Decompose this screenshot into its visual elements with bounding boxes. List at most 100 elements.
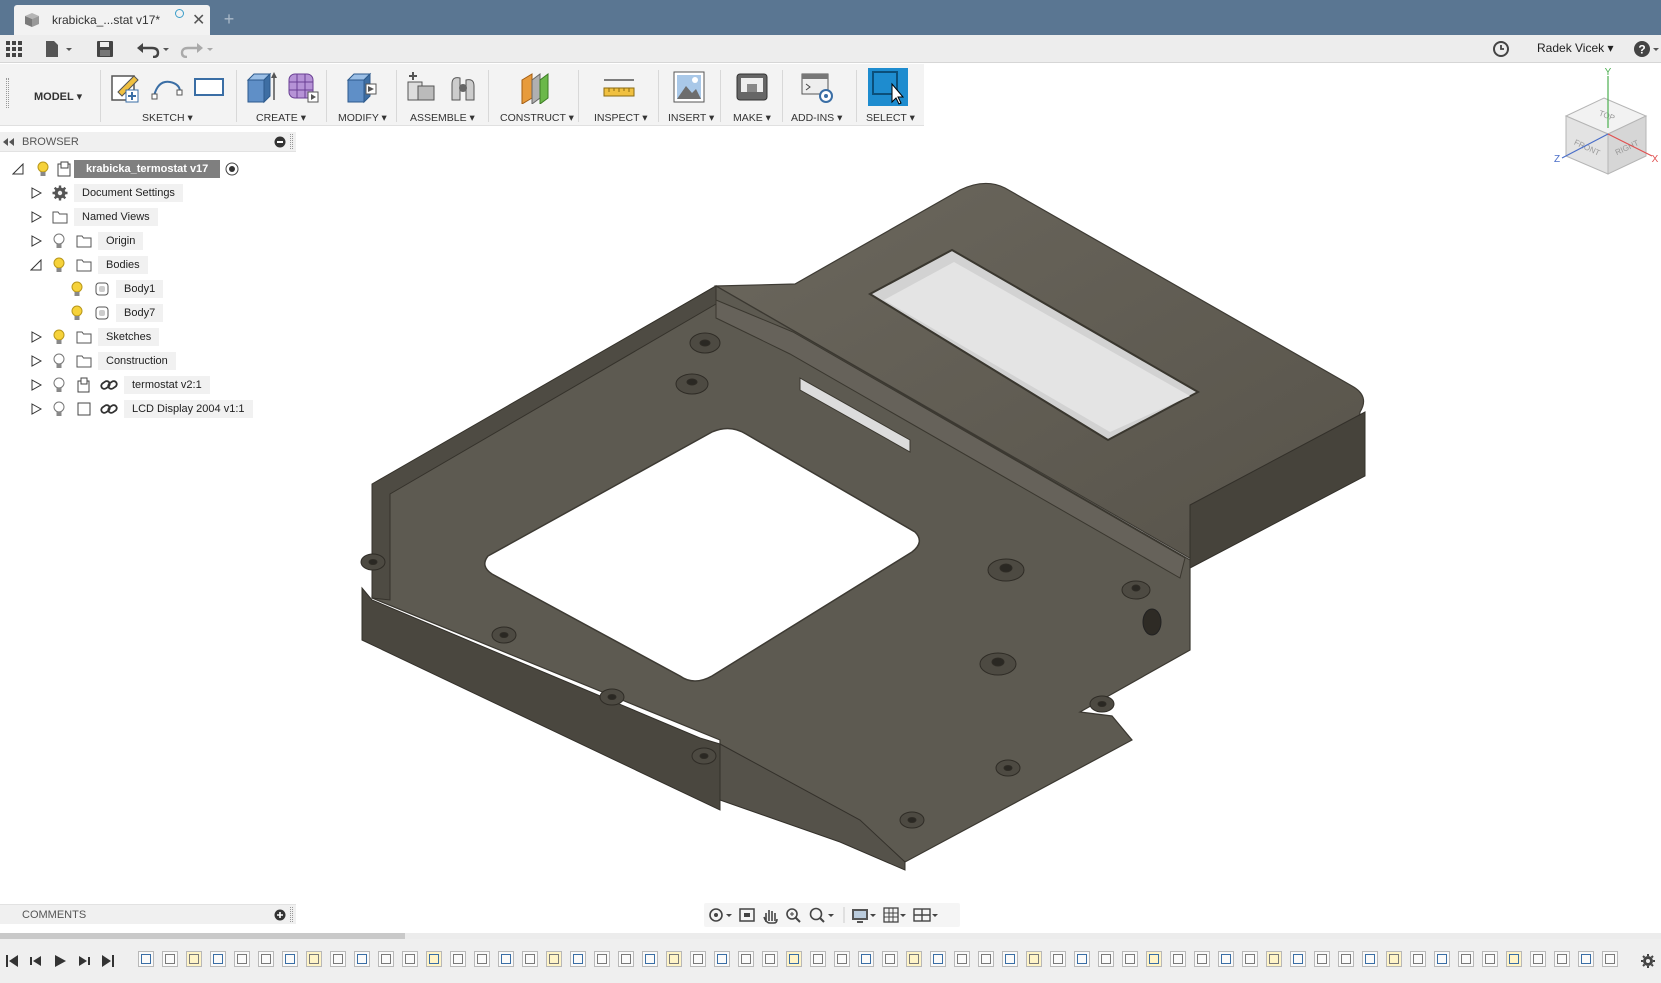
line-tool-icon[interactable] bbox=[150, 70, 184, 104]
timeline-play-icon[interactable] bbox=[52, 953, 68, 969]
timeline-feature[interactable] bbox=[378, 951, 394, 967]
timeline-feature[interactable] bbox=[858, 951, 874, 967]
browser-item-bodies[interactable]: Bodies bbox=[30, 255, 148, 275]
timeline-feature[interactable] bbox=[546, 951, 562, 967]
assemble-group-label[interactable]: ASSEMBLE ▾ bbox=[410, 112, 475, 124]
expand-triangle-icon[interactable] bbox=[30, 235, 42, 247]
sketch-group-label[interactable]: SKETCH ▾ bbox=[142, 112, 193, 124]
rectangle-tool-icon[interactable] bbox=[192, 70, 226, 104]
timeline-feature[interactable] bbox=[666, 951, 682, 967]
canvas-viewport[interactable]: TOP FRONT RIGHT Y Z X bbox=[296, 68, 1661, 906]
visibility-bulb-icon[interactable] bbox=[52, 377, 66, 393]
expand-triangle-icon[interactable] bbox=[30, 211, 42, 223]
construct-group-label[interactable]: CONSTRUCT ▾ bbox=[500, 112, 574, 124]
pan-icon[interactable] bbox=[763, 910, 778, 924]
timeline-feature[interactable] bbox=[306, 951, 322, 967]
inspect-group-label[interactable]: INSPECT ▾ bbox=[594, 112, 648, 124]
timeline-feature[interactable] bbox=[210, 951, 226, 967]
panel-grip[interactable] bbox=[290, 134, 293, 149]
browser-item-body7[interactable]: Body7 bbox=[70, 303, 164, 323]
timeline-feature[interactable] bbox=[930, 951, 946, 967]
timeline-feature[interactable] bbox=[1362, 951, 1378, 967]
insert-group-label[interactable]: INSERT ▾ bbox=[668, 112, 714, 124]
create-group-label[interactable]: CREATE ▾ bbox=[256, 112, 306, 124]
browser-item-body1[interactable]: Body1 bbox=[70, 279, 164, 299]
expand-triangle-icon[interactable] bbox=[30, 187, 42, 199]
timeline-feature[interactable] bbox=[1482, 951, 1498, 967]
help-icon[interactable]: ? bbox=[1633, 40, 1659, 58]
panel-grip[interactable] bbox=[290, 907, 293, 922]
press-pull-icon[interactable] bbox=[344, 70, 378, 104]
create-sketch-icon[interactable] bbox=[108, 70, 142, 104]
redo-icon[interactable] bbox=[180, 40, 214, 58]
timeline-feature[interactable] bbox=[834, 951, 850, 967]
timeline-feature[interactable] bbox=[1314, 951, 1330, 967]
timeline-feature[interactable] bbox=[1506, 951, 1522, 967]
timeline-feature[interactable] bbox=[1050, 951, 1066, 967]
add-comment-icon[interactable] bbox=[274, 909, 286, 921]
insert-image-icon[interactable] bbox=[672, 70, 706, 104]
timeline-feature[interactable] bbox=[954, 951, 970, 967]
joint-icon[interactable] bbox=[446, 70, 480, 104]
viewports-icon[interactable] bbox=[913, 908, 938, 922]
collapse-triangle-icon[interactable] bbox=[12, 163, 24, 175]
zoom-icon[interactable] bbox=[786, 908, 801, 923]
select-group-label[interactable]: SELECT ▾ bbox=[866, 112, 915, 124]
expand-triangle-icon[interactable] bbox=[30, 403, 42, 415]
extrude-icon[interactable] bbox=[244, 70, 278, 104]
visibility-bulb-icon[interactable] bbox=[70, 305, 84, 321]
document-tab[interactable]: krabicka_...stat v17* ✕ bbox=[14, 5, 210, 35]
timeline-feature[interactable] bbox=[786, 951, 802, 967]
browser-item-termostat[interactable]: termostat v2:1 bbox=[30, 375, 210, 395]
timeline-feature[interactable] bbox=[738, 951, 754, 967]
timeline-feature[interactable] bbox=[426, 951, 442, 967]
timeline-feature[interactable] bbox=[1170, 951, 1186, 967]
fit-icon[interactable] bbox=[809, 907, 835, 923]
timeline-feature[interactable] bbox=[594, 951, 610, 967]
offset-plane-icon[interactable] bbox=[518, 70, 552, 104]
measure-icon[interactable] bbox=[602, 70, 636, 104]
expand-triangle-icon[interactable] bbox=[30, 355, 42, 367]
timeline-feature[interactable] bbox=[1194, 951, 1210, 967]
timeline-feature[interactable] bbox=[330, 951, 346, 967]
browser-item-sketches[interactable]: Sketches bbox=[30, 327, 160, 347]
3d-print-icon[interactable] bbox=[735, 70, 769, 104]
new-component-icon[interactable] bbox=[404, 70, 438, 104]
timeline-feature[interactable] bbox=[1410, 951, 1426, 967]
timeline-feature[interactable] bbox=[690, 951, 706, 967]
timeline-feature[interactable] bbox=[1578, 951, 1594, 967]
timeline-feature[interactable] bbox=[234, 951, 250, 967]
timeline-feature[interactable] bbox=[354, 951, 370, 967]
timeline-feature[interactable] bbox=[1290, 951, 1306, 967]
visibility-bulb-icon[interactable] bbox=[52, 353, 66, 369]
timeline-next-icon[interactable] bbox=[76, 953, 92, 969]
timeline-feature[interactable] bbox=[1074, 951, 1090, 967]
addins-group-label[interactable]: ADD-INS ▾ bbox=[791, 112, 842, 124]
timeline-feature[interactable] bbox=[762, 951, 778, 967]
collapse-panel-icon[interactable] bbox=[3, 138, 15, 146]
timeline-feature[interactable] bbox=[1338, 951, 1354, 967]
job-status-icon[interactable] bbox=[1492, 40, 1510, 58]
display-settings-icon[interactable] bbox=[852, 909, 876, 923]
timeline-feature[interactable] bbox=[522, 951, 538, 967]
timeline-feature[interactable] bbox=[1122, 951, 1138, 967]
timeline-feature[interactable] bbox=[1434, 951, 1450, 967]
timeline-feature[interactable] bbox=[474, 951, 490, 967]
timeline-feature[interactable] bbox=[978, 951, 994, 967]
timeline-feature[interactable] bbox=[618, 951, 634, 967]
timeline-feature[interactable] bbox=[1458, 951, 1474, 967]
ribbon-grip[interactable] bbox=[6, 78, 9, 108]
timeline-feature[interactable] bbox=[714, 951, 730, 967]
save-icon[interactable] bbox=[96, 40, 114, 58]
timeline-feature[interactable] bbox=[1026, 951, 1042, 967]
timeline-feature[interactable] bbox=[282, 951, 298, 967]
timeline-feature[interactable] bbox=[570, 951, 586, 967]
view-cube[interactable]: TOP FRONT RIGHT Y Z X bbox=[1548, 68, 1660, 180]
file-menu-icon[interactable] bbox=[44, 40, 74, 58]
undo-icon[interactable] bbox=[136, 40, 170, 58]
timeline-last-icon[interactable] bbox=[100, 953, 116, 969]
timeline-feature[interactable] bbox=[1602, 951, 1618, 967]
look-at-icon[interactable] bbox=[739, 908, 755, 922]
expand-triangle-icon[interactable] bbox=[30, 331, 42, 343]
browser-item-construction[interactable]: Construction bbox=[30, 351, 176, 371]
